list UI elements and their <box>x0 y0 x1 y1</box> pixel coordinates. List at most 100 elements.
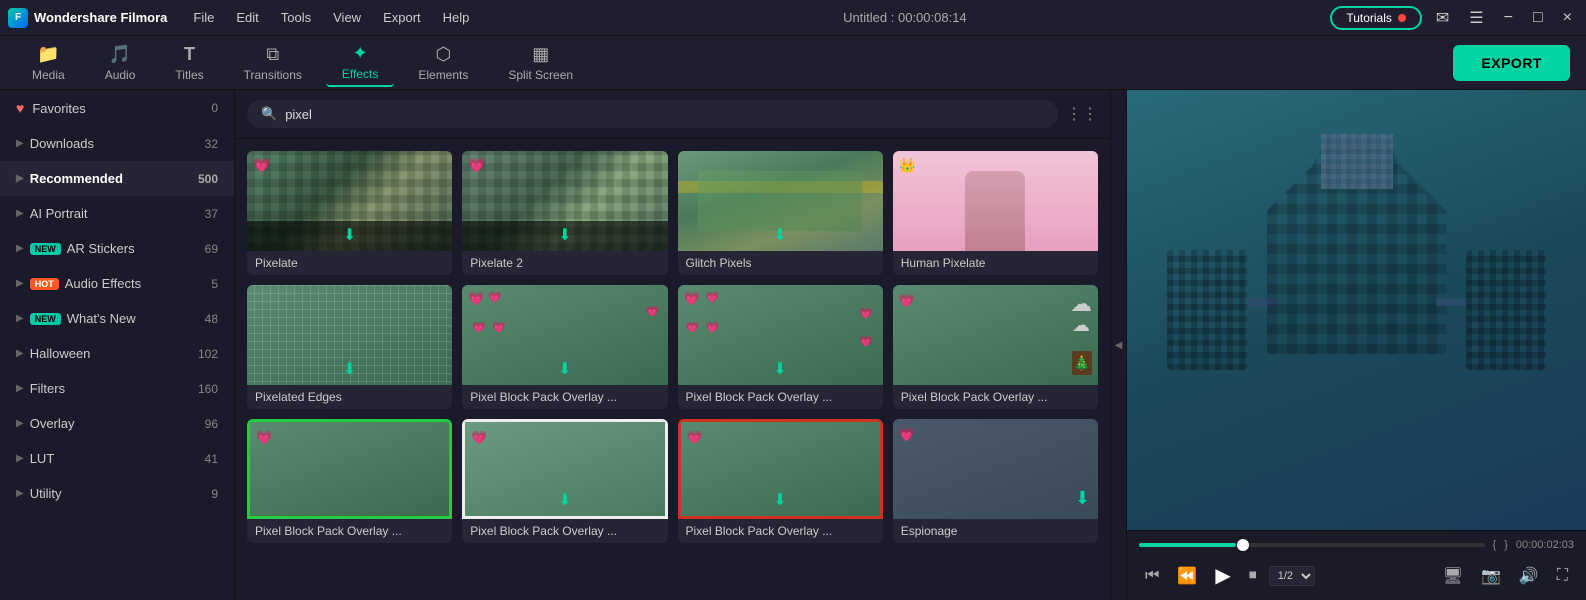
human-figure <box>965 171 1025 251</box>
sidebar-favorites-label: Favorites <box>32 101 207 116</box>
audio-icon: 🎵 <box>109 44 131 65</box>
preview-video <box>1127 90 1586 530</box>
expand-icon-filters: ▶ <box>16 383 24 394</box>
snapshot-button[interactable]: 📷 <box>1475 562 1507 590</box>
toolbar-splitscreen[interactable]: ▦ Split Screen <box>492 40 589 86</box>
search-input-wrap[interactable]: 🔍 <box>247 100 1058 128</box>
sidebar-item-whats-new[interactable]: ▶ NEW What's New 48 <box>0 301 234 336</box>
preview-panel: { } 00:00:02:03 ⏮ ⏪ ▶ ⏹ 1/2 1 2 🖥 📷 🔊 ⛶ <box>1126 90 1586 600</box>
effect-thumb-block5: 💗 ⬇ <box>462 419 667 519</box>
mail-icon[interactable]: ✉ <box>1430 6 1455 30</box>
play-button[interactable]: ▶ <box>1209 559 1236 592</box>
sidebar-item-lut[interactable]: ▶ LUT 41 <box>0 441 234 476</box>
sidebar-item-downloads[interactable]: ▶ Downloads 32 <box>0 126 234 161</box>
maximize-button[interactable]: □ <box>1527 7 1549 29</box>
heart-b6: 💗 <box>687 430 703 446</box>
sidebar-item-utility[interactable]: ▶ Utility 9 <box>0 476 234 511</box>
left-figure <box>1167 250 1247 370</box>
toolbar-titles[interactable]: T Titles <box>159 40 219 86</box>
fullscreen-button[interactable]: ⛶ <box>1551 563 1574 589</box>
menu-tools[interactable]: Tools <box>271 6 321 29</box>
titlebar-menu: File Edit Tools View Export Help <box>183 6 479 29</box>
progress-fill <box>1139 543 1236 547</box>
speed-select[interactable]: 1/2 1 2 <box>1269 566 1315 586</box>
list-icon[interactable]: ☰ <box>1463 6 1489 30</box>
menu-help[interactable]: Help <box>433 6 480 29</box>
sidebar-item-halloween[interactable]: ▶ Halloween 102 <box>0 336 234 371</box>
pixel-char: 🎄 <box>1072 351 1092 375</box>
collapse-icon: ◀ <box>1115 340 1123 351</box>
sidebar-filters-label: Filters <box>30 381 194 396</box>
menu-file[interactable]: File <box>183 6 224 29</box>
close-button[interactable]: × <box>1557 7 1578 29</box>
effect-label-block5: Pixel Block Pack Overlay ... <box>462 519 667 543</box>
effect-card-pixel-block-4[interactable]: 💗 Pixel Block Pack Overlay ... <box>247 419 452 543</box>
sidebar-lut-count: 41 <box>205 452 218 466</box>
toolbar-effects[interactable]: ✦ Effects <box>326 39 394 87</box>
effect-label-block3: Pixel Block Pack Overlay ... <box>893 385 1098 409</box>
progress-knob[interactable] <box>1237 539 1249 551</box>
frame-back-button[interactable]: ⏪ <box>1171 562 1203 590</box>
sidebar-utility-count: 9 <box>211 487 218 501</box>
toolbar-transitions-label: Transitions <box>244 68 302 82</box>
current-time: 00:00:02:03 <box>1516 539 1574 551</box>
effect-thumb-espionage: 💗 ⬇ <box>893 419 1098 519</box>
download-icon-edges: ⬇ <box>343 359 356 379</box>
effect-card-human[interactable]: 👑 Human Pixelate <box>893 151 1098 275</box>
effect-card-pixel-block-3[interactable]: 💗 ☁ ☁ 🎄 Pixel Block Pack Overlay ... <box>893 285 1098 409</box>
expand-icon: ▶ <box>16 138 24 149</box>
effect-card-espionage[interactable]: 💗 ⬇ Espionage <box>893 419 1098 543</box>
sidebar-whatsnew-count: 48 <box>205 312 218 326</box>
expand-icon-overlay: ▶ <box>16 418 24 429</box>
heart-espionage: 💗 <box>899 427 915 443</box>
effect-card-edges[interactable]: ⬇ Pixelated Edges <box>247 285 452 409</box>
effect-thumb-pixelate: 💗 ⬇ <box>247 151 452 251</box>
menu-view[interactable]: View <box>323 6 371 29</box>
effect-card-pixel-block-6[interactable]: 💗 ⬇ Pixel Block Pack Overlay ... <box>678 419 883 543</box>
tutorials-notification-dot <box>1398 14 1406 22</box>
sidebar-item-audio-effects[interactable]: ▶ HOT Audio Effects 5 <box>0 266 234 301</box>
sidebar-item-ai-portrait[interactable]: ▶ AI Portrait 37 <box>0 196 234 231</box>
search-icon: 🔍 <box>261 106 277 122</box>
effect-thumb-glitch: ⬇ <box>678 151 883 251</box>
progress-track[interactable] <box>1139 543 1485 547</box>
download-icon-block5: ⬇ <box>558 490 571 510</box>
effect-card-pixelate[interactable]: 💗 ⬇ Pixelate <box>247 151 452 275</box>
favorite-heart-icon2: 💗 <box>468 157 485 174</box>
menu-edit[interactable]: Edit <box>226 6 268 29</box>
effect-card-glitch[interactable]: ⬇ Glitch Pixels <box>678 151 883 275</box>
sidebar-audio-count: 5 <box>211 277 218 291</box>
toolbar-titles-label: Titles <box>175 68 203 82</box>
effect-card-pixel-block-5[interactable]: 💗 ⬇ Pixel Block Pack Overlay ... <box>462 419 667 543</box>
search-input[interactable] <box>285 107 1044 122</box>
sidebar-ar-label: AR Stickers <box>67 241 201 256</box>
tutorials-button[interactable]: Tutorials <box>1330 6 1422 30</box>
effect-card-pixel-block-1[interactable]: 💗 💗 💗 💗 💗 ⬇ Pixel Block Pack Overlay ... <box>462 285 667 409</box>
mark-out: } <box>1504 539 1508 551</box>
export-button[interactable]: EXPORT <box>1453 45 1570 81</box>
heart-sprite-4: 💗 <box>472 321 486 334</box>
minimize-button[interactable]: − <box>1498 7 1519 29</box>
toolbar-audio[interactable]: 🎵 Audio <box>89 40 152 86</box>
sidebar-item-recommended[interactable]: ▶ Recommended 500 <box>0 161 234 196</box>
sidebar-collapse-button[interactable]: ◀ <box>1110 90 1126 600</box>
effect-card-pixelate2[interactable]: 💗 ⬇ Pixelate 2 <box>462 151 667 275</box>
toolbar-elements[interactable]: ⬡ Elements <box>402 40 484 86</box>
heart-b4: 💗 <box>256 430 272 446</box>
effect-card-pixel-block-2[interactable]: 💗 💗 💗 💗 💗 💗 ⬇ Pixel Block Pack Overlay .… <box>678 285 883 409</box>
content-area: 🔍 ⋮⋮ 💗 ⬇ Pixelate <box>235 90 1110 600</box>
left-figure-body <box>1167 250 1247 370</box>
step-back-button[interactable]: ⏮ <box>1139 563 1165 589</box>
toolbar-transitions[interactable]: ⧉ Transitions <box>228 40 318 86</box>
sidebar-item-filters[interactable]: ▶ Filters 160 <box>0 371 234 406</box>
grid-layout-icon[interactable]: ⋮⋮ <box>1066 104 1098 124</box>
toolbar-media[interactable]: 📁 Media <box>16 40 81 86</box>
menu-export[interactable]: Export <box>373 6 431 29</box>
screen-icon[interactable]: 🖥 <box>1437 562 1469 590</box>
sidebar-item-ar-stickers[interactable]: ▶ NEW AR Stickers 69 <box>0 231 234 266</box>
sidebar-recommended-label: Recommended <box>30 171 194 186</box>
sidebar-item-favorites[interactable]: ♥ Favorites 0 <box>0 90 234 126</box>
volume-button[interactable]: 🔊 <box>1513 562 1545 590</box>
stop-button[interactable]: ⏹ <box>1243 563 1263 589</box>
sidebar-item-overlay[interactable]: ▶ Overlay 96 <box>0 406 234 441</box>
